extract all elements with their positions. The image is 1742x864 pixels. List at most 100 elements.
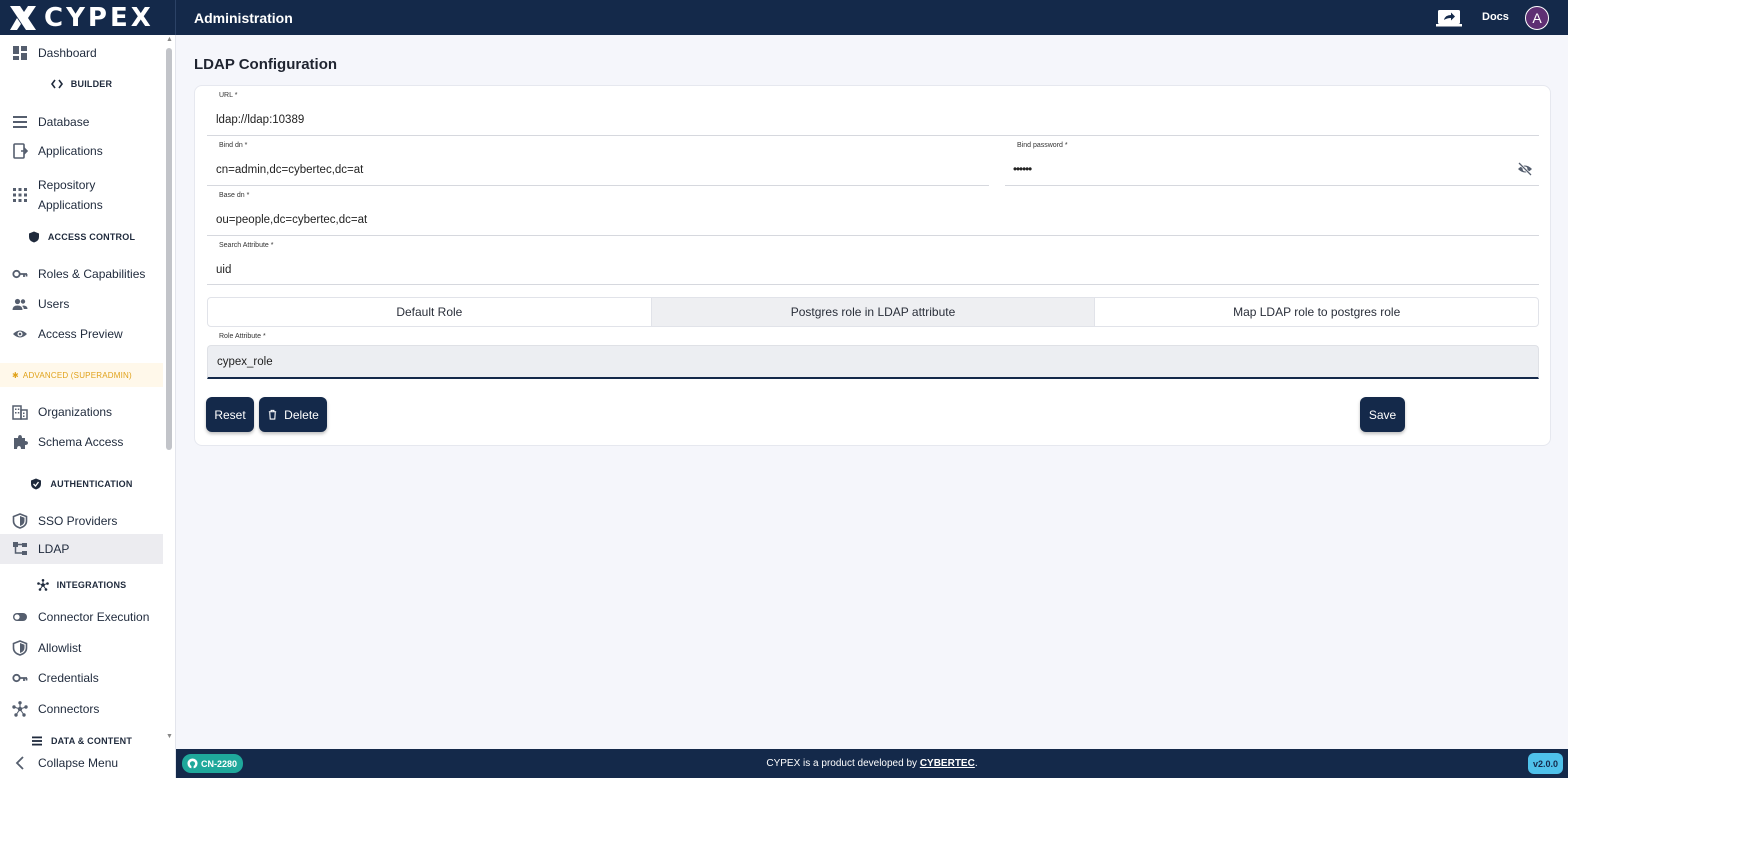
eye-icon <box>13 330 27 338</box>
bind-password-field[interactable]: Bind password * •••••• <box>1005 136 1539 186</box>
asterisk-icon: ✱ <box>12 370 19 380</box>
user-avatar[interactable]: A <box>1525 6 1549 30</box>
chevron-left-icon <box>15 756 24 770</box>
sidebar-item-label: Users <box>38 297 70 311</box>
sidebar-item-label: Database <box>38 115 90 129</box>
sidebar-item-credentials[interactable]: Credentials <box>0 668 163 688</box>
building-icon <box>12 405 28 420</box>
key-icon <box>12 673 28 683</box>
visibility-off-icon[interactable] <box>1517 162 1533 176</box>
footer: CN-2280 CYPEX is a product developed by … <box>176 749 1568 778</box>
field-label: Role Attribute * <box>219 333 266 340</box>
field-label: Base dn * <box>219 192 250 199</box>
sidebar-item-label: Dashboard <box>38 46 97 60</box>
sidebar-item-dashboard[interactable]: Dashboard <box>0 40 163 66</box>
tab-map-ldap-role[interactable]: Map LDAP role to postgres role <box>1095 298 1538 326</box>
sidebar-item-ldap[interactable]: LDAP <box>0 534 163 564</box>
sidebar-item-schema-access[interactable]: Schema Access <box>0 432 163 452</box>
role-attribute-field[interactable]: Role Attribute * cypex_role <box>207 327 1539 385</box>
field-label: Bind password * <box>1017 142 1068 149</box>
shield-icon <box>12 513 28 529</box>
field-label: Search Attribute * <box>219 242 274 249</box>
section-authentication: AUTHENTICATION <box>0 476 163 492</box>
users-icon <box>12 298 28 310</box>
verified-shield-icon <box>31 478 42 490</box>
sidebar-item-label: Access Preview <box>38 327 123 341</box>
sidebar-item-connector-execution[interactable]: Connector Execution <box>0 607 163 627</box>
sidebar-item-label: Connectors <box>38 702 100 716</box>
top-bar: CYPEX Administration Docs A <box>0 0 1568 35</box>
sidebar-item-applications[interactable]: Applications <box>0 141 163 161</box>
shield-icon <box>12 640 28 656</box>
save-button[interactable]: Save <box>1360 397 1405 432</box>
bind-dn-input[interactable]: cn=admin,dc=cybertec,dc=at <box>216 164 363 176</box>
code-icon <box>50 79 63 89</box>
reset-button[interactable]: Reset <box>206 397 254 432</box>
scroll-down-icon[interactable]: ▼ <box>166 733 173 740</box>
sidebar-scrollbar[interactable]: ▲ ▼ <box>165 35 173 775</box>
search-attribute-field[interactable]: Search Attribute * uid <box>207 236 1539 285</box>
section-builder: BUILDER <box>0 75 163 93</box>
sidebar-item-access-preview[interactable]: Access Preview <box>0 324 163 344</box>
url-input[interactable]: ldap://ldap:10389 <box>216 114 304 126</box>
sidebar-item-users[interactable]: Users <box>0 294 163 314</box>
version-badge: v2.0.0 <box>1527 753 1563 774</box>
tab-postgres-role-in-ldap-attribute[interactable]: Postgres role in LDAP attribute <box>651 298 1096 326</box>
save-button-label: Save <box>1368 407 1397 422</box>
reset-button-label: Reset <box>214 407 246 422</box>
page-title: LDAP Configuration <box>194 56 338 73</box>
sidebar-item-organizations[interactable]: Organizations <box>0 402 163 422</box>
hub-icon <box>12 701 28 717</box>
section-integrations: INTEGRATIONS <box>0 577 163 593</box>
sidebar-item-repository-applications[interactable]: Repository Applications <box>0 175 163 215</box>
toggle-icon <box>13 613 27 621</box>
url-field[interactable]: URL * ldap://ldap:10389 <box>207 86 1539 136</box>
sidebar-item-label: Allowlist <box>38 641 82 655</box>
screen-share-icon[interactable] <box>1436 9 1462 27</box>
sidebar-item-roles-capabilities[interactable]: Roles & Capabilities <box>0 264 163 284</box>
delete-button[interactable]: Delete <box>259 397 327 432</box>
ldap-icon <box>13 542 27 555</box>
footer-credit: CYPEX is a product developed by CYBERTEC… <box>766 758 978 769</box>
bind-password-input[interactable]: •••••• <box>1013 164 1032 176</box>
base-dn-field[interactable]: Base dn * ou=people,dc=cybertec,dc=at <box>207 186 1539 236</box>
role-attribute-input-box[interactable]: cypex_role <box>207 345 1539 379</box>
sidebar-item-label: Roles & Capabilities <box>38 267 146 281</box>
shield-icon <box>28 231 39 243</box>
hub-icon <box>36 579 49 591</box>
bind-dn-field[interactable]: Bind dn * cn=admin,dc=cybertec,dc=at <box>207 136 989 186</box>
list-icon <box>31 736 42 746</box>
delete-button-label: Delete <box>284 407 319 422</box>
sidebar-item-label: Schema Access <box>38 435 124 449</box>
search-attribute-input[interactable]: uid <box>216 264 231 276</box>
sidebar-item-allowlist[interactable]: Allowlist <box>0 638 163 658</box>
sidebar-item-label: LDAP <box>38 542 70 556</box>
section-data-content: DATA & CONTENT <box>0 734 163 748</box>
sidebar-item-sso-providers[interactable]: SSO Providers <box>0 511 163 531</box>
base-dn-input[interactable]: ou=people,dc=cybertec,dc=at <box>216 214 367 226</box>
tab-default-role[interactable]: Default Role <box>208 298 652 326</box>
sidebar-item-connectors[interactable]: Connectors <box>0 699 163 719</box>
scrollbar-thumb[interactable] <box>166 48 172 450</box>
key-icon <box>12 269 28 279</box>
role-attribute-input[interactable]: cypex_role <box>217 356 273 368</box>
cypex-logo[interactable]: CYPEX <box>0 0 176 35</box>
sidebar: Dashboard BUILDER Database Applications … <box>0 35 176 778</box>
docs-link[interactable]: Docs <box>1482 11 1509 23</box>
field-label: URL * <box>219 92 238 99</box>
collapse-menu-label: Collapse Menu <box>38 756 119 770</box>
dashboard-icon <box>13 46 27 60</box>
sidebar-item-label: Credentials <box>38 671 99 685</box>
brand-name: CYPEX <box>44 2 154 33</box>
section-advanced: ✱ ADVANCED (SUPERADMIN) <box>0 363 163 387</box>
sidebar-item-label: Repository Applications <box>38 178 103 212</box>
collapse-menu-button[interactable]: Collapse Menu <box>0 752 163 774</box>
sidebar-item-database[interactable]: Database <box>0 112 163 132</box>
sidebar-item-label: Organizations <box>38 405 113 419</box>
trash-icon <box>268 409 277 420</box>
scroll-up-icon[interactable]: ▲ <box>166 36 173 43</box>
role-mode-toggle: Default Role Postgres role in LDAP attri… <box>207 297 1539 327</box>
app-icon <box>13 143 28 159</box>
app-root: CYPEX Administration Docs A Dashboard BU… <box>0 0 1568 778</box>
cybertec-link[interactable]: CYBERTEC <box>920 758 975 769</box>
